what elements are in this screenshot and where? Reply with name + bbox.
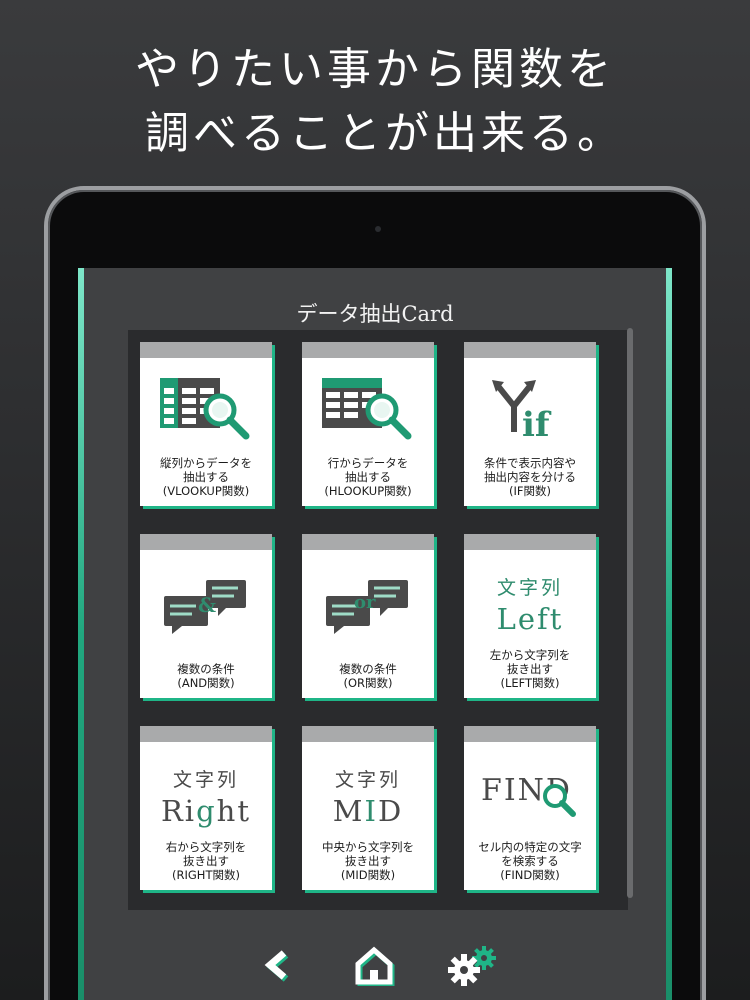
- promo-headline: やりたい事から関数を 調べることが出来る。: [0, 38, 750, 166]
- card-right[interactable]: 文字列 Right 右から文字列を 抜き出す (RIGHT関数): [140, 726, 272, 890]
- left-text-icon: 文字列 Left: [496, 576, 564, 636]
- card-label: 複数の条件 (OR関数): [339, 662, 397, 690]
- card-label: 右から文字列を 抜き出す (RIGHT関数): [165, 840, 247, 882]
- headline-line-2: 調べることが出来る。: [145, 108, 625, 159]
- card-hlookup[interactable]: 行からデータを 抽出する (HLOOKUP関数): [302, 342, 434, 506]
- screen-title: データ抽出Card: [296, 302, 454, 326]
- screen-edge-glow-left: [78, 268, 84, 1000]
- gears-icon: [448, 946, 496, 986]
- settings-button[interactable]: [442, 940, 502, 990]
- branch-if-icon: if: [464, 368, 596, 448]
- back-button[interactable]: [248, 940, 308, 990]
- card-label: 中央から文字列を 抜き出す (MID関数): [322, 840, 414, 882]
- app-screen: データ抽出Card 縦列からデータを 抽出する (VLOOKUP関数) 行からデ…: [78, 268, 672, 1000]
- card-label: セル内の特定の文字 を検索する (FIND関数): [478, 840, 582, 882]
- card-label: 複数の条件 (AND関数): [177, 662, 235, 690]
- chevron-left-icon: [264, 950, 289, 982]
- table-search-column-icon: [140, 368, 272, 448]
- home-button[interactable]: [346, 940, 406, 990]
- camera-dot: [375, 226, 381, 232]
- card-grid-panel[interactable]: 縦列からデータを 抽出する (VLOOKUP関数) 行からデータを 抽出する (…: [128, 330, 628, 910]
- home-icon: [355, 946, 395, 986]
- bottom-nav: [78, 934, 672, 994]
- card-and[interactable]: & 複数の条件 (AND関数): [140, 534, 272, 698]
- card-label: 左から文字列を 抜き出す (LEFT関数): [489, 648, 571, 690]
- card-label: 条件で表示内容や 抽出内容を分ける (IF関数): [484, 456, 576, 498]
- chat-or-icon: or: [302, 570, 434, 650]
- card-if[interactable]: if 条件で表示内容や 抽出内容を分ける (IF関数): [464, 342, 596, 506]
- card-left[interactable]: 文字列 Left 左から文字列を 抜き出す (LEFT関数): [464, 534, 596, 698]
- mid-text-icon: 文字列 MID: [332, 768, 404, 828]
- screen-edge-glow-right: [666, 268, 672, 1000]
- card-or[interactable]: or 複数の条件 (OR関数): [302, 534, 434, 698]
- right-text-icon: 文字列 Right: [160, 768, 252, 828]
- card-label: 縦列からデータを 抽出する (VLOOKUP関数): [160, 456, 252, 498]
- svg-text:&: &: [198, 593, 216, 617]
- find-search-icon: FIND: [464, 756, 596, 836]
- card-vlookup[interactable]: 縦列からデータを 抽出する (VLOOKUP関数): [140, 342, 272, 506]
- headline-line-1: やりたい事から関数を: [135, 44, 615, 95]
- card-find[interactable]: FIND セル内の特定の文字 を検索する (FIND関数): [464, 726, 596, 890]
- card-mid[interactable]: 文字列 MID 中央から文字列を 抜き出す (MID関数): [302, 726, 434, 890]
- scrollbar[interactable]: [627, 328, 633, 898]
- table-search-row-icon: [302, 368, 434, 448]
- svg-text:if: if: [522, 405, 552, 444]
- chat-and-icon: &: [140, 570, 272, 650]
- card-label: 行からデータを 抽出する (HLOOKUP関数): [324, 456, 412, 498]
- svg-text:or: or: [354, 592, 376, 613]
